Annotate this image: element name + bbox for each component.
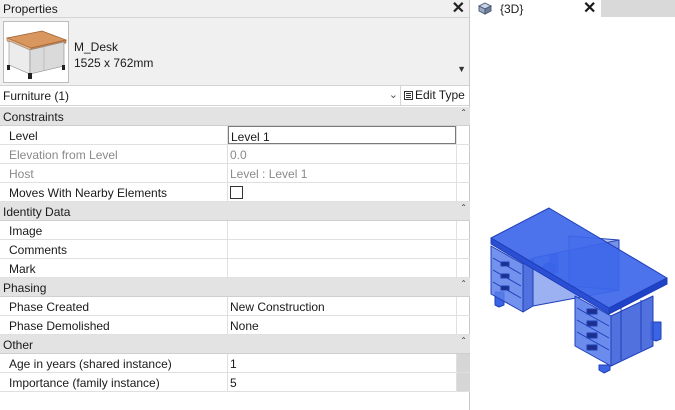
property-row-age-in-years: Age in years (shared instance) 1	[0, 354, 470, 373]
chevron-down-icon: ⌄	[388, 89, 398, 101]
comments-value-field[interactable]	[228, 240, 456, 258]
collapse-icon[interactable]: ⌃	[460, 203, 467, 212]
group-header-constraints[interactable]: Constraints ⌃	[0, 107, 470, 126]
property-name: Host	[0, 164, 228, 182]
category-filter-select[interactable]: Furniture (1) ⌄	[0, 86, 401, 105]
desk-3d-model[interactable]	[471, 0, 675, 410]
row-gutter	[456, 240, 470, 258]
property-name: Level	[0, 126, 228, 144]
property-name: Moves With Nearby Elements	[0, 183, 228, 201]
properties-palette: Properties ✕ M_Desk 1525 x 762mm ▼ Furni…	[0, 0, 470, 410]
property-row-host: Host Level : Level 1	[0, 164, 470, 183]
group-label: Constraints	[3, 110, 64, 124]
property-row-elevation: Elevation from Level 0.0	[0, 145, 470, 164]
3d-view-window: {3D} ✕	[471, 0, 675, 410]
age-in-years-value[interactable]: 1	[228, 354, 456, 372]
group-header-phasing[interactable]: Phasing ⌃	[0, 278, 470, 297]
property-row-mark: Mark	[0, 259, 470, 278]
group-label: Identity Data	[3, 205, 71, 219]
row-gutter	[456, 183, 470, 201]
properties-grid: Constraints ⌃ Level Level 1 Elevation fr…	[0, 107, 470, 392]
group-label: Other	[3, 338, 34, 352]
mark-value-field[interactable]	[228, 259, 456, 277]
property-row-phase-created: Phase Created New Construction	[0, 297, 470, 316]
property-row-phase-demolished: Phase Demolished None	[0, 316, 470, 335]
type-name: M_Desk	[74, 40, 119, 54]
importance-value[interactable]: 5	[228, 373, 456, 391]
group-label: Phasing	[3, 281, 47, 295]
image-value-field[interactable]	[228, 221, 456, 239]
group-header-other[interactable]: Other ⌃	[0, 335, 470, 354]
scrollbar-thumb[interactable]	[456, 373, 470, 391]
property-name: Image	[0, 221, 228, 239]
property-name: Importance (family instance)	[0, 373, 228, 391]
phase-demolished-value[interactable]: None	[228, 316, 456, 334]
group-header-identity-data[interactable]: Identity Data ⌃	[0, 202, 470, 221]
moves-with-nearby-checkbox[interactable]	[230, 186, 243, 199]
edit-type-icon	[404, 90, 413, 100]
collapse-icon[interactable]: ⌃	[460, 279, 467, 288]
type-dropdown-arrow-icon[interactable]: ▼	[457, 64, 466, 74]
category-filter-label: Furniture (1)	[3, 89, 70, 103]
edit-type-label: Edit Type	[415, 88, 465, 102]
property-name: Phase Demolished	[0, 316, 228, 334]
scrollbar-thumb[interactable]	[456, 354, 470, 372]
collapse-icon[interactable]: ⌃	[460, 108, 467, 117]
type-selector[interactable]: M_Desk 1525 x 762mm ▼	[0, 18, 469, 86]
property-value: Level : Level 1	[230, 167, 308, 181]
edit-type-button[interactable]: Edit Type	[404, 88, 465, 102]
collapse-icon[interactable]: ⌃	[460, 336, 467, 345]
row-gutter	[456, 316, 470, 334]
row-gutter	[456, 259, 470, 277]
row-gutter	[456, 126, 470, 144]
row-gutter	[456, 297, 470, 315]
desk-thumbnail	[3, 21, 69, 83]
property-name: Elevation from Level	[0, 145, 228, 163]
level-value-field[interactable]: Level 1	[228, 126, 456, 144]
property-row-level: Level Level 1	[0, 126, 470, 145]
property-value: 0.0	[230, 148, 247, 162]
property-row-comments: Comments	[0, 240, 470, 259]
property-name: Comments	[0, 240, 228, 258]
close-icon[interactable]: ✕	[452, 0, 465, 18]
property-row-image: Image	[0, 221, 470, 240]
property-name: Phase Created	[0, 297, 228, 315]
row-gutter	[456, 145, 470, 163]
property-row-importance: Importance (family instance) 5	[0, 373, 470, 392]
property-row-moves-with-nearby: Moves With Nearby Elements	[0, 183, 470, 202]
phase-created-value[interactable]: New Construction	[228, 297, 456, 315]
property-name: Mark	[0, 259, 228, 277]
row-gutter	[456, 221, 470, 239]
row-gutter	[456, 164, 470, 182]
properties-title: Properties	[3, 2, 58, 16]
type-size: 1525 x 762mm	[74, 56, 154, 70]
property-name: Age in years (shared instance)	[0, 354, 228, 372]
properties-header: Properties ✕	[0, 0, 469, 18]
filter-bar: Furniture (1) ⌄ Edit Type	[0, 86, 469, 106]
